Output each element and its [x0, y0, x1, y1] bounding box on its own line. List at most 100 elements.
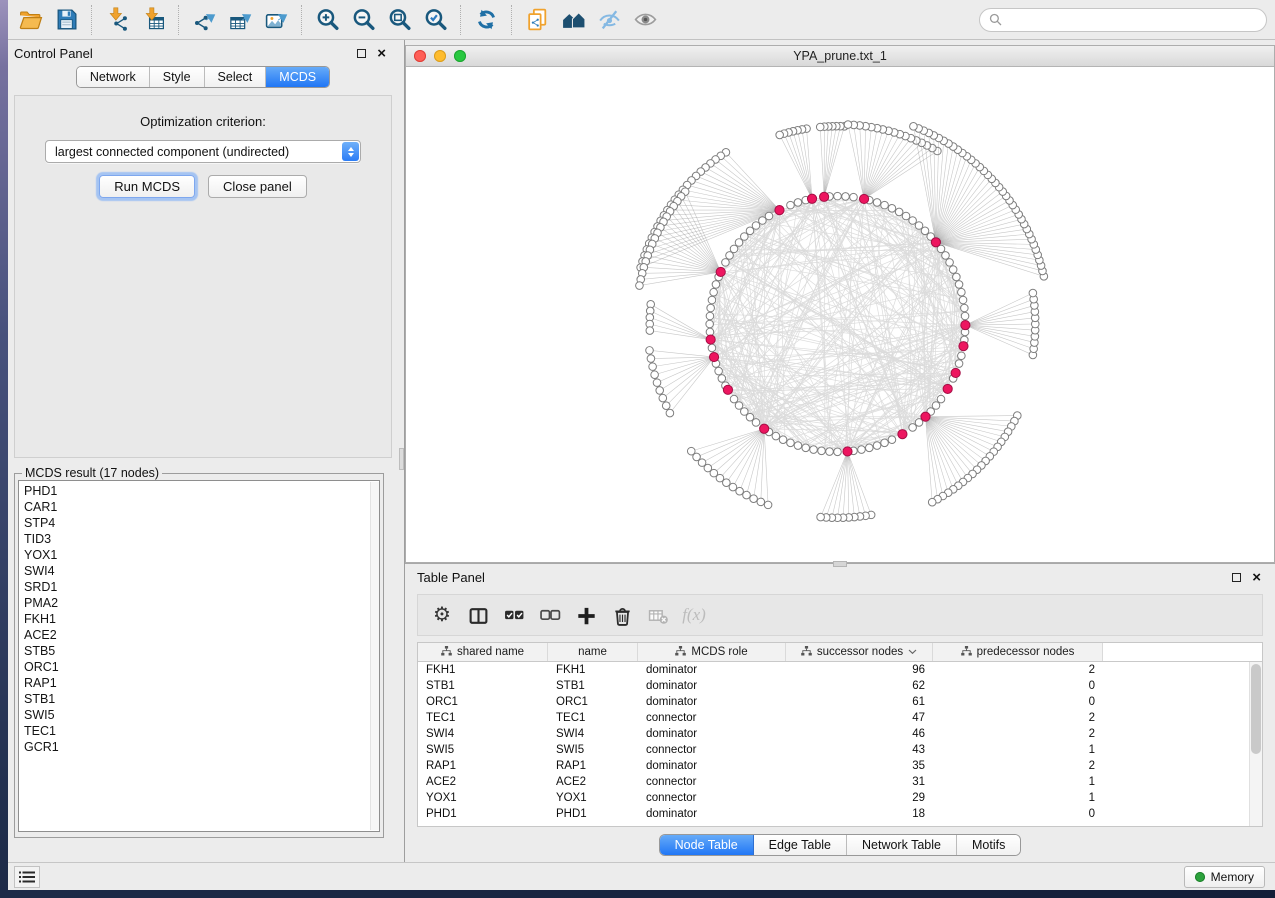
run-mcds-button[interactable]: Run MCDS — [99, 175, 195, 198]
deselect-all-rows-button[interactable] — [532, 598, 568, 632]
table-toolbar: ⚙ f(x) — [417, 594, 1263, 636]
column-header-shared-name[interactable]: shared name — [418, 643, 548, 661]
search-field[interactable] — [979, 8, 1267, 32]
delete-table-button[interactable] — [640, 598, 676, 632]
mcds-result-group: MCDS result (17 nodes) PHD1CAR1STP4TID3Y… — [14, 466, 384, 838]
first-neighbors-button[interactable] — [555, 4, 591, 36]
list-item[interactable]: STB1 — [24, 691, 379, 707]
control-panel: Control Panel × NetworkStyleSelectMCDS O… — [8, 40, 398, 862]
column-header-MCDS-role[interactable]: MCDS role — [638, 643, 786, 661]
copy-network-button[interactable] — [519, 4, 555, 36]
mcds-list-scrollbar[interactable] — [370, 482, 379, 830]
table-tab-edge-table[interactable]: Edge Table — [754, 835, 847, 855]
table-cell: ACE2 — [548, 776, 638, 788]
zoom-selected-button[interactable] — [417, 4, 453, 36]
plus-icon — [576, 605, 597, 626]
save-session-button[interactable] — [48, 4, 84, 36]
vertical-splitter[interactable] — [398, 40, 405, 862]
tab-select[interactable]: Select — [205, 67, 267, 87]
export-table-button[interactable] — [222, 4, 258, 36]
column-label: name — [578, 646, 607, 658]
list-item[interactable]: STB5 — [24, 643, 379, 659]
table-split-view-button[interactable] — [460, 598, 496, 632]
column-header-predecessor-nodes[interactable]: predecessor nodes — [933, 643, 1103, 661]
list-item[interactable]: TEC1 — [24, 723, 379, 739]
apply-layout-button[interactable] — [468, 4, 504, 36]
table-row[interactable]: PHD1PHD1dominator180 — [418, 806, 1262, 822]
list-item[interactable]: YOX1 — [24, 547, 379, 563]
list-item[interactable]: PHD1 — [24, 483, 379, 499]
table-row[interactable]: SWI4SWI4dominator462 — [418, 726, 1262, 742]
export-network-button[interactable] — [186, 4, 222, 36]
mcds-result-list[interactable]: PHD1CAR1STP4TID3YOX1SWI4SRD1PMA2FKH1ACE2… — [18, 480, 380, 832]
task-history-button[interactable] — [14, 866, 40, 888]
close-table-panel-icon[interactable]: × — [1252, 573, 1261, 582]
network-window-titlebar[interactable]: YPA_prune.txt_1 — [406, 46, 1274, 67]
table-cell: 62 — [786, 680, 933, 692]
import-table-button[interactable] — [135, 4, 171, 36]
zoom-fit-button[interactable] — [381, 4, 417, 36]
list-item[interactable]: GCR1 — [24, 739, 379, 755]
function-builder-button[interactable]: f(x) — [676, 598, 712, 632]
table-tab-node-table[interactable]: Node Table — [660, 835, 754, 855]
hide-selected-button[interactable] — [591, 4, 627, 36]
list-item[interactable]: TID3 — [24, 531, 379, 547]
table-row[interactable]: TEC1TEC1connector472 — [418, 710, 1262, 726]
export-image-button[interactable] — [258, 4, 294, 36]
close-panel-icon[interactable]: × — [377, 49, 386, 58]
zoom-in-button[interactable] — [309, 4, 345, 36]
float-table-panel-icon[interactable] — [1232, 573, 1241, 582]
delete-column-button[interactable] — [604, 598, 640, 632]
tab-style[interactable]: Style — [150, 67, 205, 87]
column-header-successor-nodes[interactable]: successor nodes — [786, 643, 933, 661]
open-file-button[interactable] — [12, 4, 48, 36]
table-row[interactable]: SWI5SWI5connector431 — [418, 742, 1262, 758]
column-header-name[interactable]: name — [548, 643, 638, 661]
select-all-rows-button[interactable] — [496, 598, 532, 632]
add-column-button[interactable] — [568, 598, 604, 632]
table-scrollbar-thumb[interactable] — [1251, 664, 1261, 754]
table-settings-button[interactable]: ⚙ — [424, 598, 460, 632]
hierarchy-icon — [801, 646, 812, 659]
zoom-out-button[interactable] — [345, 4, 381, 36]
table-tab-motifs[interactable]: Motifs — [957, 835, 1020, 855]
import-network-button[interactable] — [99, 4, 135, 36]
list-item[interactable]: CAR1 — [24, 499, 379, 515]
sort-desc-icon — [908, 646, 917, 658]
close-panel-button[interactable]: Close panel — [208, 175, 307, 198]
memory-button[interactable]: Memory — [1184, 866, 1265, 888]
table-row[interactable]: STB1STB1dominator620 — [418, 678, 1262, 694]
memory-label: Memory — [1211, 870, 1254, 884]
network-canvas[interactable] — [406, 67, 1274, 562]
list-item[interactable]: STP4 — [24, 515, 379, 531]
list-item[interactable]: FKH1 — [24, 611, 379, 627]
table-cell: 47 — [786, 712, 933, 724]
table-cell: 29 — [786, 792, 933, 804]
show-all-button[interactable] — [627, 4, 663, 36]
list-item[interactable]: SWI4 — [24, 563, 379, 579]
float-panel-icon[interactable] — [357, 49, 366, 58]
network-graph[interactable] — [406, 67, 1274, 562]
list-item[interactable]: RAP1 — [24, 675, 379, 691]
table-row[interactable]: YOX1YOX1connector291 — [418, 790, 1262, 806]
table-cell: dominator — [638, 808, 786, 820]
tab-network[interactable]: Network — [77, 67, 150, 87]
table-row[interactable]: FKH1FKH1dominator962 — [418, 662, 1262, 678]
table-row[interactable]: ACE2ACE2connector311 — [418, 774, 1262, 790]
optimization-criterion-select[interactable]: largest connected component (undirected) — [45, 140, 361, 163]
uncheck-all-icon — [540, 605, 561, 626]
list-item[interactable]: PMA2 — [24, 595, 379, 611]
vertical-splitter-handle[interactable] — [399, 448, 404, 470]
table-row[interactable]: RAP1RAP1dominator352 — [418, 758, 1262, 774]
list-item[interactable]: SWI5 — [24, 707, 379, 723]
table-scrollbar[interactable] — [1249, 662, 1262, 826]
table-tab-network-table[interactable]: Network Table — [847, 835, 957, 855]
table-cell: connector — [638, 744, 786, 756]
table-row[interactable]: ORC1ORC1dominator610 — [418, 694, 1262, 710]
list-item[interactable]: ORC1 — [24, 659, 379, 675]
horizontal-splitter-handle[interactable] — [833, 561, 847, 567]
list-item[interactable]: ACE2 — [24, 627, 379, 643]
search-input[interactable] — [1007, 13, 1257, 27]
tab-mcds[interactable]: MCDS — [266, 67, 329, 87]
list-item[interactable]: SRD1 — [24, 579, 379, 595]
